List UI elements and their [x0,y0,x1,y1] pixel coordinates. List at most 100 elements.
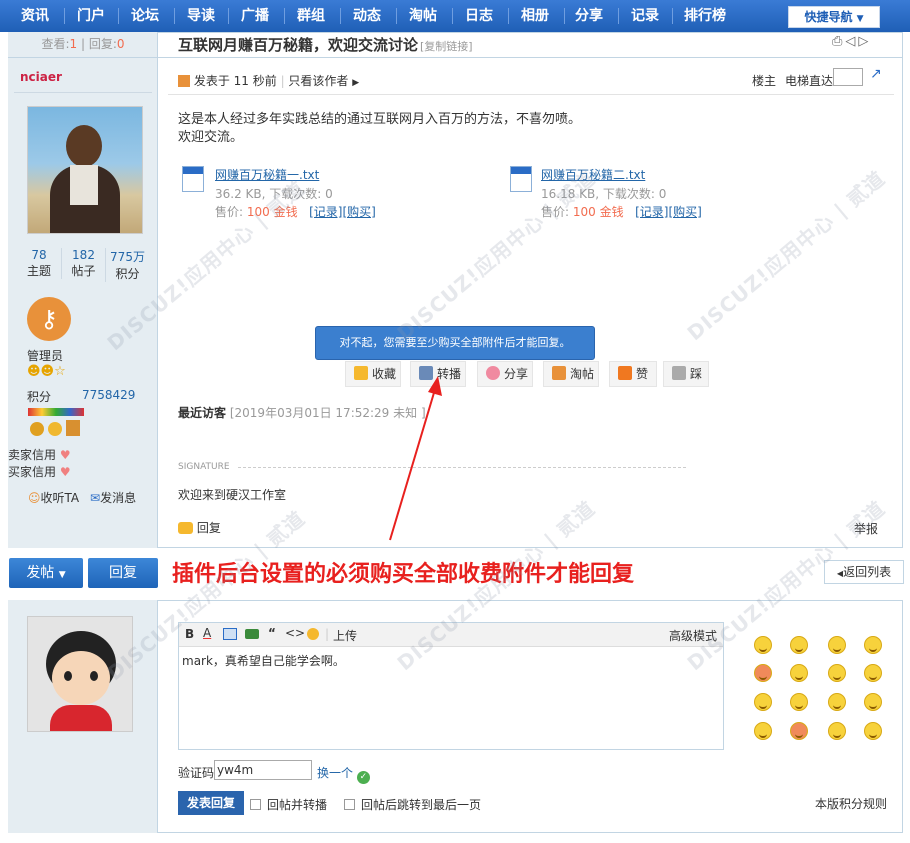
reply-count: 0 [116,37,125,51]
follow-icon: ☺ [28,491,41,505]
like-button[interactable]: 赞 [609,361,657,387]
follow-link[interactable]: ☺收听TA [28,489,79,506]
emoticon-tongue-icon[interactable] [828,664,846,682]
emoticon-angry-icon[interactable] [754,664,772,682]
elevator-label: 电梯直达 [785,74,834,88]
floor-label: 楼主 [752,74,777,88]
post-meta: 发表于 11 秒前 | 只看该作者 ▶ [178,72,359,89]
nav-item-portal[interactable]: 门户 [68,0,114,32]
attachment-1-record[interactable]: [记录] [309,205,342,219]
attachment-2-record[interactable]: [记录] [635,205,668,219]
go-icon[interactable]: ↗ [870,66,882,82]
signature-text: 欢迎来到硬汉工作室 [178,488,287,502]
share-button[interactable]: 分享 [477,361,533,387]
checkbox[interactable] [250,799,261,810]
quote-icon[interactable]: “ [268,626,276,640]
admin-key-icon: ⚷ [27,297,71,341]
emoticon-grin-icon[interactable] [828,636,846,654]
arrow-right-icon: ▶ [352,78,360,88]
emoticon-sad-icon[interactable] [790,636,808,654]
attachment-1-buy[interactable]: [购买] [342,205,375,219]
link-icon[interactable] [245,629,259,639]
heart-icon: ♥ [59,465,71,479]
attachment-1-link[interactable]: 网赚百万秘籍一.txt [215,166,319,183]
nav-item-collection[interactable]: 淘帖 [400,0,446,32]
nav-item-album[interactable]: 相册 [512,0,558,32]
emoticon-shy-icon[interactable] [864,664,882,682]
view-count: 1 [69,37,78,51]
emoticon-laugh-icon[interactable] [754,693,772,711]
nav-item-guide[interactable]: 导读 [178,0,224,32]
emoticon-sweat-icon[interactable] [754,722,772,740]
emoticon-shock-icon[interactable] [790,664,808,682]
nav-item-forum[interactable]: 论坛 [122,0,168,32]
quick-nav-label: 快捷导航 [804,10,853,24]
nav-item-share[interactable]: 分享 [566,0,612,32]
nav-item-record[interactable]: 记录 [622,0,668,32]
stat-posts[interactable]: 182 帖子 [61,248,105,279]
nav-item-ranking[interactable]: 排行榜 [676,0,734,32]
new-post-button[interactable]: 发帖 ▼ [9,558,83,588]
submit-reply-button[interactable]: 发表回复 [178,791,244,815]
code-icon[interactable]: <> [285,626,305,640]
captcha-input[interactable] [214,760,312,780]
floor-input[interactable] [833,68,863,86]
quick-nav-button[interactable]: 快捷导航 ▼ [788,6,880,28]
emoticon-wink-icon[interactable] [790,693,808,711]
heart-icon [486,366,500,380]
upload-button[interactable]: 上传 [333,627,357,644]
reply-button[interactable]: 回复 [88,558,158,588]
nav-item-broadcast[interactable]: 广播 [232,0,278,32]
attachment-2-buy[interactable]: [购买] [668,205,701,219]
signature-label: SIGNATURE [178,462,230,472]
smiley-icon[interactable] [307,628,319,640]
caret-down-icon: ▼ [58,570,66,580]
seller-credit: 卖家信用 ♥ [8,448,71,462]
reply-textarea[interactable]: mark，真希望自己能学会啊。 [182,652,345,669]
emoticon-mad-icon[interactable] [790,722,808,740]
print-prev-next-icons[interactable]: ⎙◁▷ [832,34,871,49]
emoticon-kiss-icon[interactable] [828,722,846,740]
emoticon-smile-icon[interactable] [754,636,772,654]
back-to-list-button[interactable]: ◀返回列表 [824,560,904,584]
captcha-change-link[interactable]: 换一个 ✓ [317,764,370,784]
send-message-link[interactable]: ✉发消息 [90,489,136,506]
emoticon-lol-icon[interactable] [864,693,882,711]
post-body-line2: 欢迎交流。 [178,130,244,145]
image-icon[interactable] [223,628,237,640]
reply-icon [178,522,193,534]
user-group: 管理员 [27,349,64,363]
basket-icon [552,366,566,380]
jump-last-page-option[interactable]: 回帖后跳转到最后一页 [344,796,481,813]
reply-link[interactable]: 回复 [178,519,221,536]
repost-option[interactable]: 回帖并转播 [250,796,327,813]
nav-item-news[interactable]: 资讯 [12,0,58,32]
emoticon-happy-icon[interactable] [828,693,846,711]
emoticon-dizzy-icon[interactable] [864,722,882,740]
checkbox[interactable] [344,799,355,810]
stat-points[interactable]: 775万 积分 [105,248,149,282]
check-icon: ✓ [356,771,370,784]
txt-file-icon [182,166,204,192]
top-nav: 资讯 门户 论坛 导读 广播 群组 动态 淘帖 日志 相册 分享 记录 排行榜 … [0,0,910,32]
font-color-icon[interactable]: A [203,626,211,640]
nav-item-blog[interactable]: 日志 [456,0,502,32]
nav-item-group[interactable]: 群组 [288,0,334,32]
dislike-button[interactable]: 踩 [663,361,709,387]
author-avatar[interactable] [27,106,143,234]
collect-button[interactable]: 淘帖 [543,361,599,387]
points-rules-link[interactable]: 本版积分规则 [815,795,887,812]
copy-link[interactable]: [复制链接] [420,38,473,54]
medals-icon [28,408,84,438]
emoticon-cry-icon[interactable] [864,636,882,654]
online-icon [178,75,190,87]
author-name[interactable]: nciaer [20,70,62,84]
thumb-down-icon [672,366,686,380]
envelope-icon: ✉ [90,491,101,505]
thumb-up-icon [618,366,632,380]
txt-file-icon [510,166,532,192]
heart-icon: ♥ [59,448,71,462]
only-author-link[interactable]: 只看该作者 [288,74,348,88]
nav-item-feed[interactable]: 动态 [344,0,390,32]
stat-topics[interactable]: 78 主题 [17,248,61,279]
